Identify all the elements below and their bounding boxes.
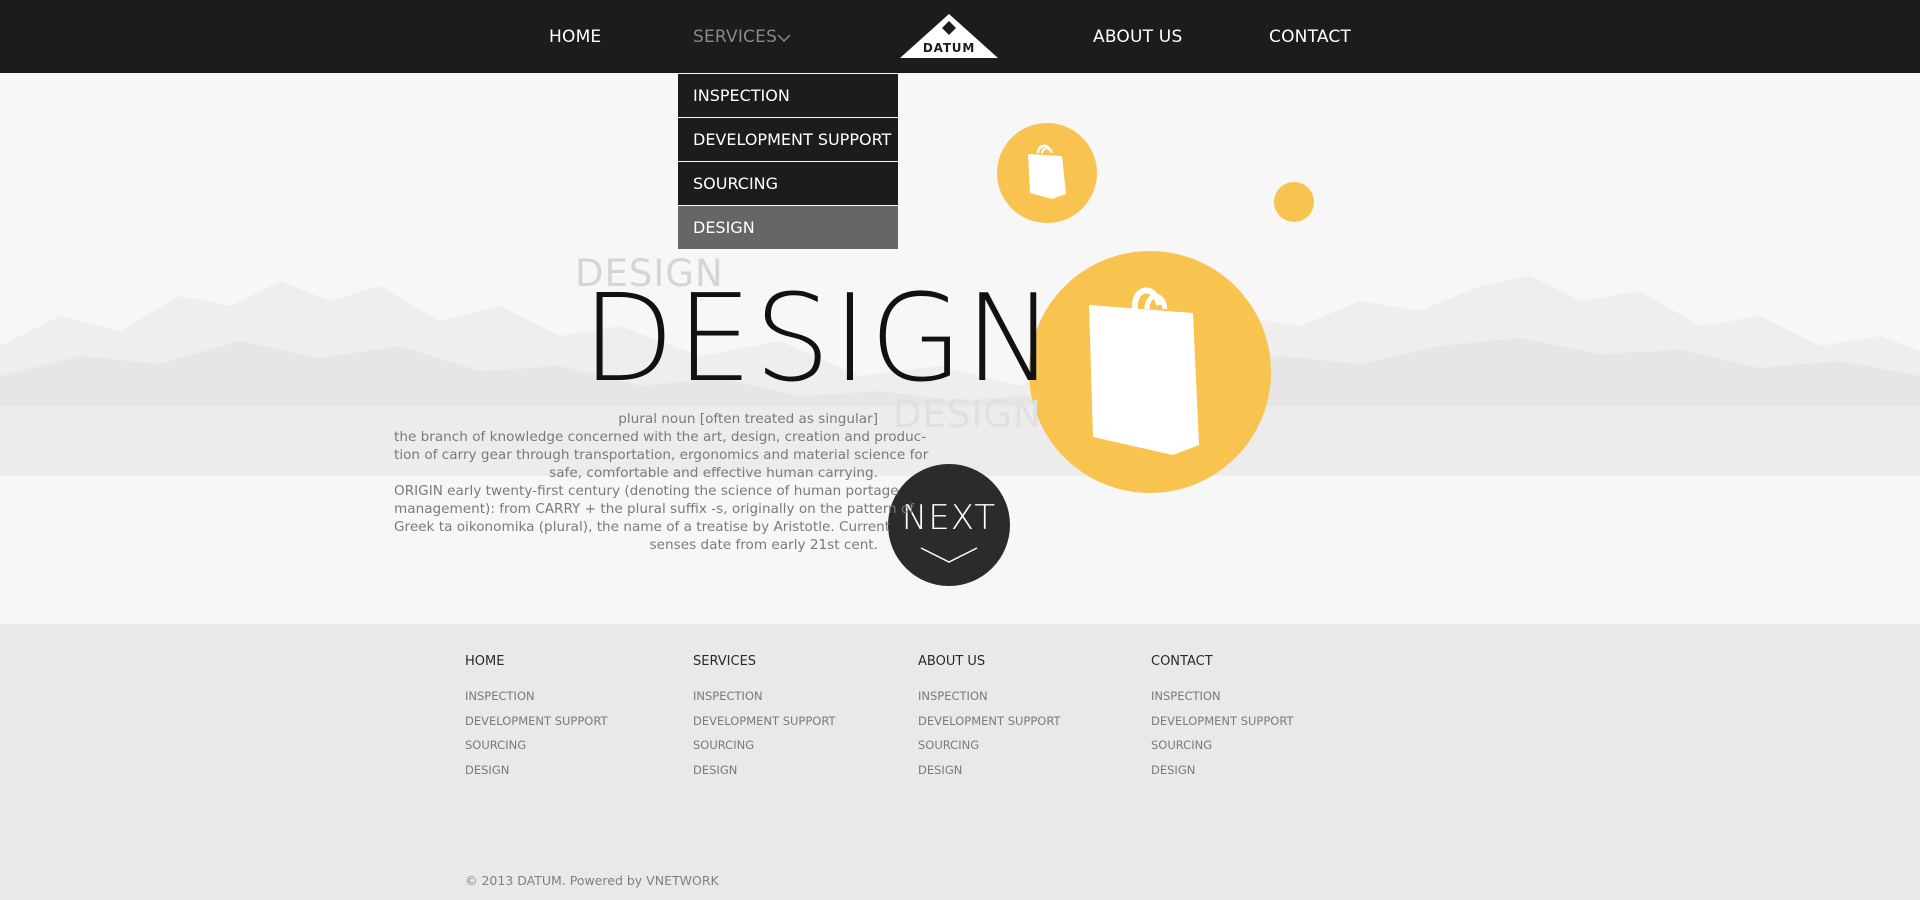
dropdown-item-design[interactable]: DESIGN <box>678 206 898 249</box>
footer-link[interactable]: INSPECTION <box>465 689 608 714</box>
next-button[interactable]: NEXT <box>888 464 1010 586</box>
definition-line: Greek ta oikonomika (plural), the name o… <box>394 519 891 535</box>
definition-line: tion of carry gear through transportatio… <box>394 447 929 463</box>
footer-link[interactable]: SOURCING <box>1151 738 1294 763</box>
footer-link[interactable]: INSPECTION <box>693 689 836 714</box>
large-bag-circle <box>1029 251 1271 493</box>
definition-line: plural noun [often treated as singular] <box>618 411 878 427</box>
definition-line: senses date from early 21st cent. <box>649 537 878 553</box>
page-title: DESIGN <box>582 270 1057 409</box>
footer-link[interactable]: DESIGN <box>693 763 836 788</box>
footer-heading[interactable]: ABOUT US <box>918 654 1061 672</box>
footer-column-services: SERVICES INSPECTION DEVELOPMENT SUPPORT … <box>693 654 836 787</box>
definition-text: plural noun [often treated as singular] … <box>394 410 929 554</box>
footer-link[interactable]: DEVELOPMENT SUPPORT <box>1151 714 1294 739</box>
footer-column-home: HOME INSPECTION DEVELOPMENT SUPPORT SOUR… <box>465 654 608 787</box>
footer-link[interactable]: INSPECTION <box>1151 689 1294 714</box>
nav-services[interactable]: SERVICES <box>693 27 777 47</box>
shopping-bag-icon <box>1089 287 1199 455</box>
nav-about-us[interactable]: ABOUT US <box>1093 27 1182 47</box>
footer-heading[interactable]: CONTACT <box>1151 654 1294 672</box>
dropdown-item-sourcing[interactable]: SOURCING <box>678 162 898 205</box>
footer-link[interactable]: DEVELOPMENT SUPPORT <box>465 714 608 739</box>
footer-column-about-us: ABOUT US INSPECTION DEVELOPMENT SUPPORT … <box>918 654 1061 787</box>
top-navigation-bar: HOME SERVICES DATUM ABOUT US CONTACT <box>0 0 1920 73</box>
small-bag-circle <box>997 123 1097 223</box>
nav-contact[interactable]: CONTACT <box>1269 27 1351 47</box>
chevron-down-icon <box>920 547 978 563</box>
footer-column-contact: CONTACT INSPECTION DEVELOPMENT SUPPORT S… <box>1151 654 1294 787</box>
logo-text: DATUM <box>922 41 976 55</box>
footer-link[interactable]: SOURCING <box>918 738 1061 763</box>
definition-line: ORIGIN early twenty-first century (denot… <box>394 483 899 499</box>
footer-link[interactable]: DESIGN <box>1151 763 1294 788</box>
footer-heading[interactable]: HOME <box>465 654 608 672</box>
definition-line: management): from CARRY + the plural suf… <box>394 501 915 517</box>
tiny-yellow-dot <box>1274 182 1314 222</box>
definition-line: safe, comfortable and effective human ca… <box>549 465 878 481</box>
footer: HOME INSPECTION DEVELOPMENT SUPPORT SOUR… <box>0 624 1920 900</box>
footer-link[interactable]: INSPECTION <box>918 689 1061 714</box>
footer-link[interactable]: DEVELOPMENT SUPPORT <box>918 714 1061 739</box>
footer-link[interactable]: DESIGN <box>918 763 1061 788</box>
footer-heading[interactable]: SERVICES <box>693 654 836 672</box>
footer-link[interactable]: DESIGN <box>465 763 608 788</box>
dropdown-item-development-support[interactable]: DEVELOPMENT SUPPORT <box>678 118 898 161</box>
dropdown-item-inspection[interactable]: INSPECTION <box>678 74 898 117</box>
chevron-down-icon <box>777 34 791 42</box>
nav-home[interactable]: HOME <box>549 27 601 47</box>
shopping-bag-icon <box>1028 144 1066 199</box>
definition-line: the branch of knowledge concerned with t… <box>394 429 927 445</box>
services-dropdown: INSPECTION DEVELOPMENT SUPPORT SOURCING … <box>678 74 898 250</box>
footer-link[interactable]: DEVELOPMENT SUPPORT <box>693 714 836 739</box>
footer-link[interactable]: SOURCING <box>693 738 836 763</box>
copyright-text: © 2013 DATUM. Powered by VNETWORK <box>465 873 719 888</box>
footer-link[interactable]: SOURCING <box>465 738 608 763</box>
